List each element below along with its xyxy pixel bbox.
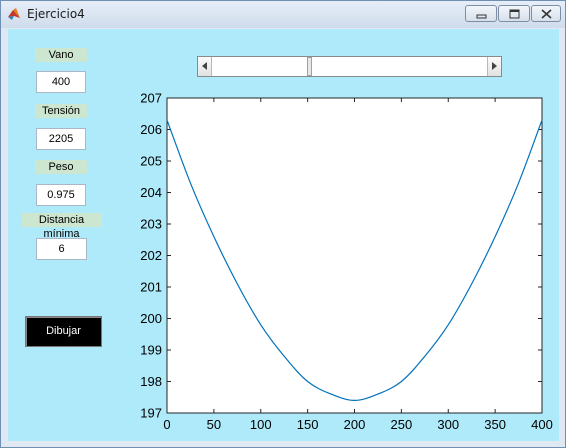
x-tick-label: 200 (344, 417, 366, 432)
x-tick-label: 400 (531, 417, 553, 432)
x-tick-label: 0 (163, 417, 170, 432)
y-tick-label: 205 (140, 154, 162, 169)
y-tick-label: 201 (140, 280, 162, 295)
x-tick-label: 300 (437, 417, 459, 432)
close-icon (541, 9, 552, 19)
catenary-plot: 0 50 100 150 200 250 300 350 400 197 198 199 200 201 2… (140, 91, 553, 433)
x-tick-label: 50 (207, 417, 221, 432)
y-tick-label: 207 (140, 91, 162, 106)
y-tick-label: 197 (140, 406, 162, 421)
y-tick-label: 204 (140, 185, 162, 200)
matlab-icon (8, 8, 20, 20)
title-bar[interactable]: Ejercicio4 (1, 1, 565, 28)
y-tick-label: 198 (140, 374, 162, 389)
x-tick-label: 100 (250, 417, 272, 432)
app-window: Ejercicio4 Vano 400 Tensión 2205 Peso 0.… (0, 0, 566, 448)
y-tick-label: 199 (140, 343, 162, 358)
x-tick-label: 150 (297, 417, 319, 432)
minimize-icon (476, 14, 487, 19)
x-tick-label: 350 (484, 417, 506, 432)
y-tick-label: 203 (140, 217, 162, 232)
minimize-button[interactable] (465, 5, 497, 22)
maximize-icon (509, 9, 520, 19)
y-tick-label: 200 (140, 311, 162, 326)
close-button[interactable] (531, 5, 561, 22)
maximize-button[interactable] (498, 5, 530, 22)
figure-client-area: Vano 400 Tensión 2205 Peso 0.975 Distanc… (8, 29, 559, 441)
x-tick-label: 250 (391, 417, 413, 432)
window-title: Ejercicio4 (27, 7, 85, 21)
y-tick-label: 202 (140, 248, 162, 263)
y-tick-label: 206 (140, 122, 162, 137)
